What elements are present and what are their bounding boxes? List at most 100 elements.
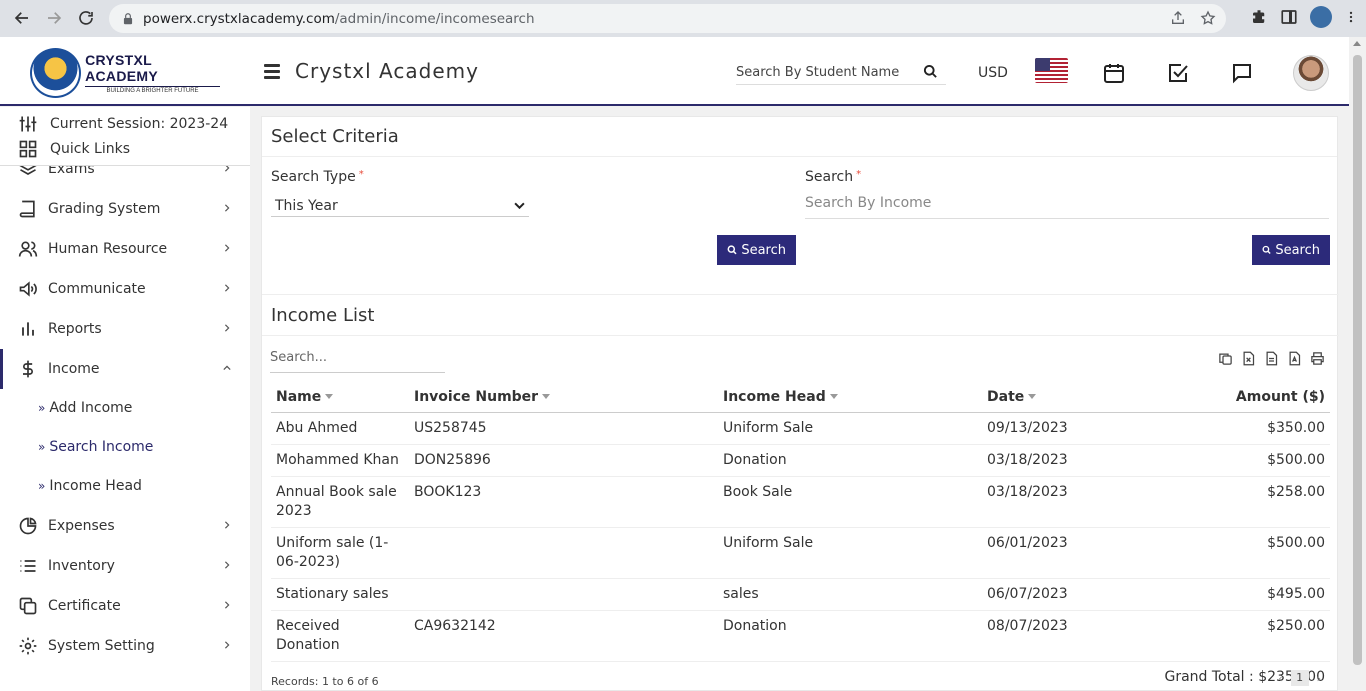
share-icon[interactable] bbox=[1170, 10, 1186, 26]
currency-label[interactable]: USD bbox=[978, 65, 1008, 81]
chevron-right-icon bbox=[224, 244, 230, 252]
csv-file-icon[interactable] bbox=[1264, 351, 1279, 366]
sidebar-item-label: Reports bbox=[48, 321, 102, 337]
browser-toolbar: powerx.crystxlacademy.com/admin/income/i… bbox=[0, 0, 1366, 37]
next-page-button[interactable]: › bbox=[1317, 672, 1321, 685]
sidebar-item-label: Income bbox=[48, 361, 100, 377]
book-icon bbox=[19, 200, 35, 218]
cell-invoice: DON25896 bbox=[409, 444, 718, 477]
hamburger-menu-icon[interactable] bbox=[264, 64, 280, 79]
criteria-title: Select Criteria bbox=[262, 117, 1337, 157]
cell-name: Mohammed Khan bbox=[271, 444, 409, 477]
extensions-icon[interactable] bbox=[1250, 8, 1268, 26]
sidebar-item-certificate[interactable]: Certificate bbox=[0, 586, 250, 626]
page-scrollbar[interactable] bbox=[1349, 37, 1366, 691]
scroll-thumb[interactable] bbox=[1353, 55, 1362, 665]
calendar-icon[interactable] bbox=[1102, 61, 1126, 85]
session-label: Current Session: 2023-24 bbox=[50, 116, 229, 132]
scroll-up-arrow-icon[interactable] bbox=[1353, 41, 1361, 46]
cell-date: 03/18/2023 bbox=[982, 476, 1152, 528]
table-row: Uniform sale (1-06-2023) Uniform Sale 06… bbox=[271, 527, 1330, 579]
academy-logo[interactable]: CRYSTXL ACADEMY BUILDING A BRIGHTER FUTU… bbox=[30, 47, 220, 99]
print-icon[interactable] bbox=[1310, 351, 1325, 366]
us-flag-icon[interactable] bbox=[1035, 58, 1068, 83]
arrow-left-icon bbox=[14, 12, 28, 24]
grid-icon bbox=[19, 140, 37, 158]
cell-name: Received Donation bbox=[271, 610, 409, 662]
pdf-file-icon[interactable] bbox=[1287, 351, 1302, 366]
cell-invoice: BOOK123 bbox=[409, 476, 718, 528]
excel-file-icon[interactable] bbox=[1241, 351, 1256, 366]
chevron-right-icon bbox=[224, 521, 230, 529]
student-search-input[interactable] bbox=[736, 65, 904, 80]
profile-avatar-icon[interactable] bbox=[1310, 6, 1332, 28]
chevron-right-icon bbox=[224, 561, 230, 569]
reload-button[interactable] bbox=[70, 2, 102, 34]
copy-icon[interactable] bbox=[1218, 351, 1233, 366]
sidebar-item-inventory[interactable]: Inventory bbox=[0, 546, 250, 586]
subitem-label: Add Income bbox=[49, 400, 133, 416]
cell-name: Uniform sale (1-06-2023) bbox=[271, 527, 409, 579]
sidebar-item-expenses[interactable]: Expenses bbox=[0, 506, 250, 546]
sidebar-item-income[interactable]: Income bbox=[0, 349, 250, 389]
sidebar-subitem-income-head[interactable]: » Income Head bbox=[38, 478, 142, 494]
dollar-icon bbox=[23, 360, 33, 378]
search-type-button[interactable]: Search bbox=[717, 235, 796, 265]
kebab-menu-icon[interactable] bbox=[1344, 8, 1358, 26]
sidebar-item-communicate[interactable]: Communicate bbox=[0, 269, 250, 309]
table-row: Mohammed Khan DON25896 Donation 03/18/20… bbox=[271, 444, 1330, 477]
page-number-button[interactable]: 1 bbox=[1290, 670, 1309, 686]
sidebar-item-reports[interactable]: Reports bbox=[0, 309, 250, 349]
chevron-right-icon bbox=[224, 284, 230, 292]
search-label: Search * bbox=[805, 169, 862, 185]
cell-amount: $500.00 bbox=[1152, 444, 1330, 477]
divider bbox=[0, 165, 250, 166]
search-icon[interactable] bbox=[923, 64, 938, 79]
sidebar-item-label: Inventory bbox=[48, 558, 115, 574]
cell-name: Stationary sales bbox=[271, 578, 409, 611]
subitem-label: Search Income bbox=[49, 439, 154, 455]
column-header-name[interactable]: Name bbox=[271, 382, 409, 413]
cell-amount: $500.00 bbox=[1152, 527, 1330, 579]
sidebar-item-label: Communicate bbox=[48, 281, 146, 297]
back-button[interactable] bbox=[6, 2, 38, 34]
sidebar: Current Session: 2023-24 Quick Links Exa… bbox=[0, 107, 250, 691]
search-type-select[interactable]: This Year bbox=[271, 195, 529, 217]
list-search-input[interactable] bbox=[270, 350, 445, 365]
chevron-up-icon bbox=[223, 365, 231, 371]
search-income-panel: Select Criteria Search Type * This Year S… bbox=[261, 116, 1339, 691]
user-avatar[interactable] bbox=[1293, 55, 1329, 91]
sidebar-item-system-setting[interactable]: System Setting bbox=[0, 626, 250, 666]
quick-links[interactable]: Quick Links bbox=[18, 137, 248, 161]
grand-total-row: Grand Total : $2353.00 bbox=[271, 661, 1330, 691]
page-title: Crystxl Academy bbox=[295, 59, 479, 83]
prev-page-button[interactable]: ‹ bbox=[1278, 672, 1282, 685]
sidebar-subitem-add-income[interactable]: » Add Income bbox=[38, 400, 132, 416]
sidebar-item-grading-system[interactable]: Grading System bbox=[0, 189, 250, 229]
bookmark-star-icon[interactable] bbox=[1200, 10, 1216, 26]
income-search-input[interactable] bbox=[805, 195, 1329, 211]
list-icon bbox=[20, 560, 36, 572]
column-header-date[interactable]: Date bbox=[982, 382, 1152, 413]
sidebar-subitem-search-income[interactable]: » Search Income bbox=[38, 439, 153, 455]
export-toolbar bbox=[1218, 351, 1325, 366]
income-list-title: Income List bbox=[262, 294, 1339, 336]
column-header-invoice[interactable]: Invoice Number bbox=[409, 382, 718, 413]
chat-icon[interactable] bbox=[1230, 61, 1254, 85]
table-row: Annual Book sale 2023 BOOK123 Book Sale … bbox=[271, 476, 1330, 528]
current-session[interactable]: Current Session: 2023-24 bbox=[18, 112, 248, 136]
task-checkbox-icon[interactable] bbox=[1166, 61, 1190, 85]
side-panel-icon[interactable] bbox=[1280, 8, 1298, 26]
student-search bbox=[736, 61, 946, 85]
users-icon bbox=[18, 241, 38, 257]
search-income-button[interactable]: Search bbox=[1252, 235, 1330, 265]
cell-amount: $495.00 bbox=[1152, 578, 1330, 611]
table-header-row: Name Invoice Number Income Head Date Amo… bbox=[271, 382, 1330, 413]
sidebar-item-human-resource[interactable]: Human Resource bbox=[0, 229, 250, 269]
forward-button[interactable] bbox=[38, 2, 70, 34]
cell-invoice: CA9632142 bbox=[409, 610, 718, 662]
sidebar-item-label: Expenses bbox=[48, 518, 115, 534]
address-bar[interactable]: powerx.crystxlacademy.com/admin/income/i… bbox=[109, 4, 1226, 33]
column-header-income-head[interactable]: Income Head bbox=[718, 382, 982, 413]
cell-invoice: US258745 bbox=[409, 412, 718, 445]
